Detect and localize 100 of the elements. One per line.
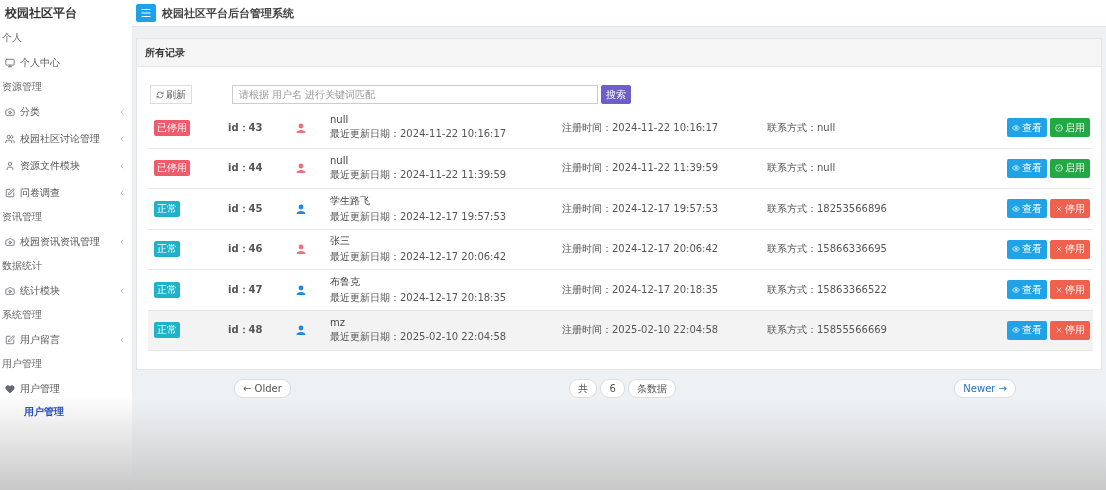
- sidebar-item[interactable]: 个人中心: [0, 49, 132, 76]
- edit-icon: [5, 334, 15, 345]
- eye-icon: [1012, 204, 1020, 213]
- camera-icon: [5, 106, 15, 117]
- check-icon: [1055, 164, 1063, 173]
- camera-icon: [5, 236, 15, 247]
- search-field[interactable]: 请根据 用户名 进行关键词匹配: [232, 85, 598, 104]
- sidebar-item-label: 校园资讯资讯管理: [20, 234, 101, 249]
- register-time: 注册时间：2024-11-22 11:39:59: [562, 161, 720, 176]
- caret-icon: [118, 335, 126, 344]
- sidebar-item[interactable]: 统计模块: [0, 277, 132, 304]
- users-icon: [5, 133, 15, 144]
- sidebar-item[interactable]: 分类: [0, 98, 132, 125]
- sidebar-section: 系统管理: [0, 304, 132, 326]
- edit-icon: [5, 187, 15, 198]
- user-name: 学生路飞: [330, 193, 371, 208]
- sidebar-item-label: 统计模块: [20, 283, 61, 298]
- panel-title: 所有记录: [137, 39, 1101, 67]
- search-button[interactable]: 搜索: [601, 85, 631, 104]
- sidebar-item[interactable]: 校园社区讨论管理: [0, 125, 132, 152]
- eye-icon: [1012, 285, 1020, 294]
- updated-date: 最近更新日期：2024-12-17 19:57:53: [330, 209, 508, 224]
- brand-title: 校园社区平台: [4, 5, 78, 22]
- status-badge: 正常: [154, 241, 180, 258]
- updated-date: 最近更新日期：2024-12-17 20:06:42: [330, 250, 508, 265]
- register-time: 注册时间：2024-12-17 19:57:53: [562, 201, 720, 216]
- status-badge: 正常: [154, 200, 180, 217]
- sidebar-item-label: 资源文件模块: [20, 158, 81, 173]
- sidebar-item[interactable]: 问卷调查: [0, 179, 132, 206]
- eye-icon: [1012, 245, 1020, 254]
- menu-icon: [140, 7, 152, 19]
- user-id: id：45: [228, 201, 264, 216]
- user-id: id：46: [228, 242, 264, 257]
- status-badge: 已停用: [154, 119, 190, 136]
- caret-icon: [118, 107, 126, 116]
- check-icon: [1055, 123, 1063, 132]
- updated-date: 最近更新日期：2024-11-22 11:39:59: [330, 167, 508, 182]
- sidebar-item[interactable]: 校园资讯资讯管理: [0, 228, 132, 255]
- user-name: null: [330, 114, 350, 126]
- header-title: 校园社区平台后台管理系统: [162, 5, 294, 21]
- caret-icon: [118, 188, 126, 197]
- sidebar-item-label: 问卷调查: [20, 185, 61, 200]
- menu-button[interactable]: [136, 4, 156, 22]
- status-badge: 正常: [154, 322, 180, 339]
- caret-icon: [118, 237, 126, 246]
- updated-date: 最近更新日期：2025-02-10 22:04:58: [330, 329, 508, 344]
- contact-info: 联系方式：null: [767, 161, 837, 176]
- register-time: 注册时间：2024-11-22 10:16:17: [562, 120, 720, 135]
- register-time: 注册时间：2025-02-10 22:04:58: [562, 323, 720, 338]
- updated-date: 最近更新日期：2024-12-17 20:18:35: [330, 290, 508, 305]
- total-count: 6: [600, 379, 625, 398]
- sidebar-item-label: 个人中心: [20, 55, 61, 70]
- contact-info: 联系方式：15863366522: [767, 282, 888, 297]
- sidebar-section: 个人: [0, 27, 132, 49]
- status-badge: 正常: [154, 281, 180, 298]
- user-icon: [5, 160, 15, 171]
- user-name: null: [330, 154, 350, 166]
- monitor-icon: [5, 57, 15, 68]
- user-name: 布鲁克: [330, 274, 361, 289]
- cross-icon: [1055, 285, 1063, 294]
- status-badge: 已停用: [154, 160, 190, 177]
- total-label: 共: [569, 379, 598, 398]
- sidebar-item[interactable]: 资源文件模块: [0, 152, 132, 179]
- cross-icon: [1055, 326, 1063, 335]
- newer-button[interactable]: Newer →: [954, 379, 1016, 398]
- caret-icon: [118, 161, 126, 170]
- user-id: id：44: [228, 161, 264, 176]
- cross-icon: [1055, 245, 1063, 254]
- refresh-button[interactable]: 刷新: [150, 85, 192, 104]
- sidebar-section: 资讯管理: [0, 206, 132, 228]
- camera-icon: [5, 285, 15, 296]
- user-name: 张三: [330, 234, 351, 249]
- sidebar-item[interactable]: 用户管理: [0, 375, 132, 402]
- caret-icon: [118, 134, 126, 143]
- sidebar-section: 数据统计: [0, 255, 132, 277]
- sidebar-section: 用户管理: [0, 353, 132, 375]
- total-label: 条数据: [627, 379, 676, 398]
- sidebar-item-label: 用户留言: [20, 332, 61, 347]
- user-id: id：43: [228, 120, 264, 135]
- eye-icon: [1012, 326, 1020, 335]
- heart-icon: [5, 383, 15, 394]
- contact-info: 联系方式：null: [767, 120, 837, 135]
- updated-date: 最近更新日期：2024-11-22 10:16:17: [330, 127, 508, 142]
- cross-icon: [1055, 204, 1063, 213]
- eye-icon: [1012, 164, 1020, 173]
- sidebar-item-label: 校园社区讨论管理: [20, 131, 101, 146]
- sidebar-subitem[interactable]: 用户管理: [0, 402, 132, 422]
- contact-info: 联系方式：15866336695: [767, 242, 888, 257]
- sidebar-item-label: 用户管理: [20, 381, 61, 396]
- sidebar-section: 资源管理: [0, 76, 132, 98]
- refresh-icon: [156, 90, 164, 99]
- contact-info: 联系方式：18253566896: [767, 201, 888, 216]
- contact-info: 联系方式：15855566669: [767, 323, 888, 338]
- sidebar-item-label: 分类: [20, 104, 41, 119]
- register-time: 注册时间：2024-12-17 20:18:35: [562, 282, 720, 297]
- register-time: 注册时间：2024-12-17 20:06:42: [562, 242, 720, 257]
- older-button[interactable]: ← Older: [234, 379, 291, 398]
- sidebar-item[interactable]: 用户留言: [0, 326, 132, 353]
- user-id: id：47: [228, 282, 264, 297]
- caret-icon: [118, 286, 126, 295]
